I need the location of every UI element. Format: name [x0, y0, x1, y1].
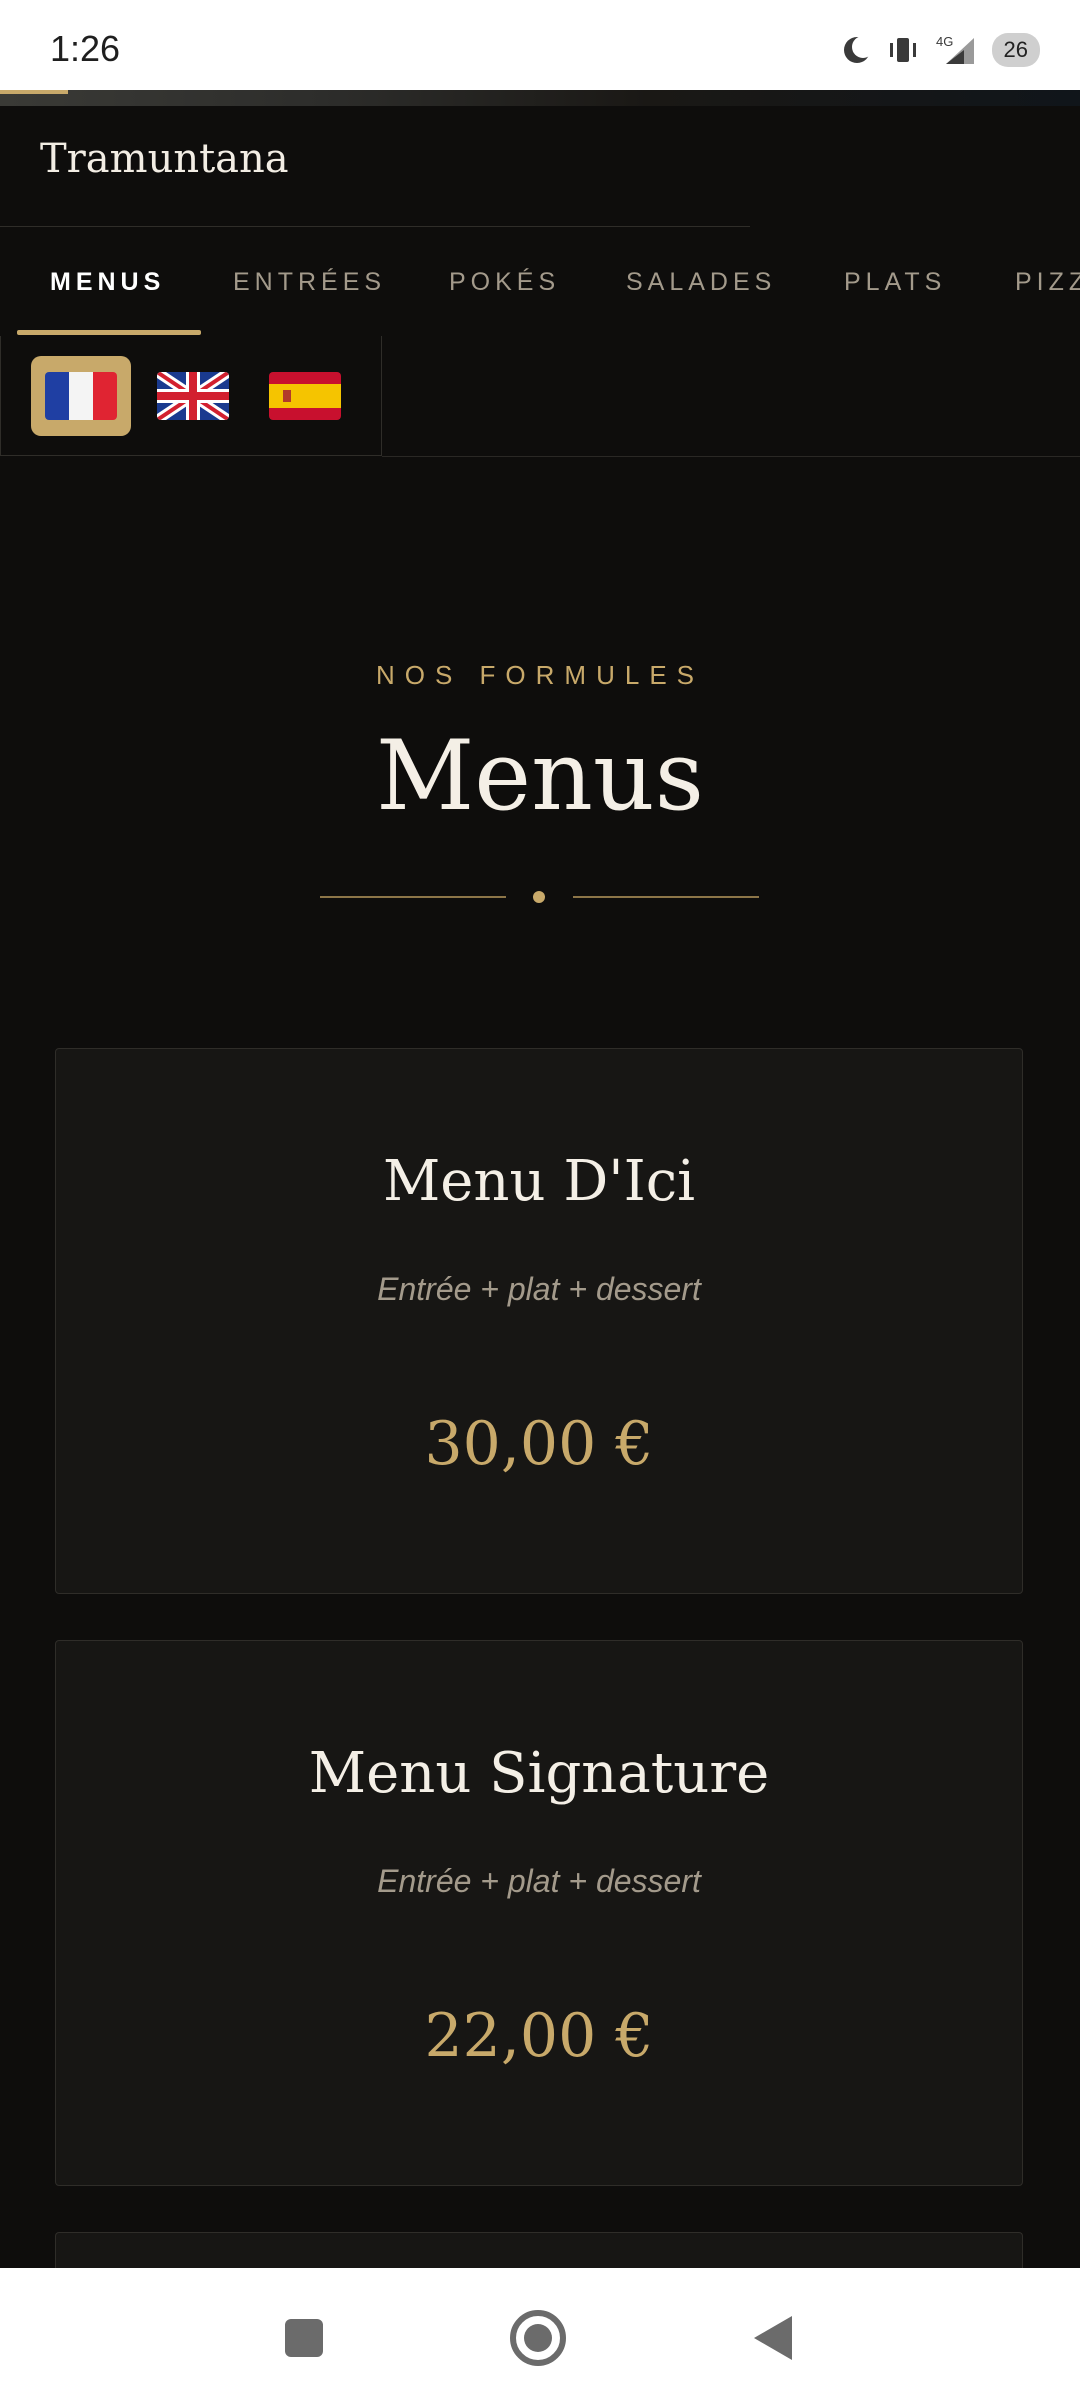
menu-card[interactable]: Menu D'Ici Entrée + plat + dessert 30,00… — [55, 1048, 1023, 1594]
language-button-es[interactable] — [255, 356, 355, 436]
tab-plats[interactable]: PLATS — [844, 268, 946, 297]
brand-bar: Tramuntana — [0, 106, 750, 227]
home-button[interactable] — [508, 2308, 568, 2368]
svg-text:4G: 4G — [936, 34, 953, 49]
dnd-moon-icon — [843, 36, 872, 63]
status-bar: 1:26 4G 26 — [0, 0, 1080, 90]
language-selector — [0, 336, 382, 456]
battery-indicator: 26 — [991, 33, 1040, 67]
menu-card[interactable]: Menu Signature Entrée + plat + dessert 2… — [55, 1640, 1023, 2186]
tab-pokes[interactable]: POKÉS — [449, 268, 560, 297]
vibrate-icon — [889, 38, 916, 62]
tab-entrees[interactable]: ENTRÉES — [233, 268, 386, 297]
hero-accent — [0, 90, 68, 94]
system-nav-bar — [0, 2268, 1080, 2400]
ornament-line-right — [573, 896, 759, 898]
home-circle-icon — [510, 2310, 566, 2366]
menu-card-partial[interactable] — [55, 2232, 1023, 2272]
brand-title[interactable]: Tramuntana — [40, 136, 289, 182]
section-title: Menus — [375, 720, 705, 832]
section-subtitle: NOS FORMULES — [375, 660, 705, 690]
recents-square-icon — [285, 2319, 323, 2357]
recents-button[interactable] — [274, 2308, 334, 2368]
status-time: 1:26 — [50, 28, 121, 69]
active-tab-indicator — [17, 330, 201, 335]
language-button-en[interactable] — [143, 356, 243, 436]
ornament-dot — [533, 891, 545, 903]
menu-description: Entrée + plat + dessert — [377, 1271, 701, 1307]
tab-pizzas[interactable]: PIZZ — [1015, 268, 1080, 297]
menu-price: 30,00 € — [424, 1409, 654, 1479]
signal-4g-icon: 4G — [936, 34, 974, 64]
flag-es-icon — [269, 372, 341, 420]
menu-price: 22,00 € — [424, 2001, 654, 2071]
tab-menus[interactable]: MENUS — [50, 268, 165, 297]
hero-image-strip — [0, 90, 1080, 106]
back-button[interactable] — [744, 2308, 804, 2368]
status-icons: 4G 26 — [842, 30, 1040, 70]
category-tabs: MENUS ENTRÉES POKÉS SALADES PLATS PIZZ — [0, 226, 1080, 336]
menu-name: Menu D'Ici — [382, 1149, 696, 1214]
tab-salades[interactable]: SALADES — [626, 268, 776, 297]
flag-uk-icon — [157, 372, 229, 420]
divider — [382, 456, 1080, 457]
menu-name: Menu Signature — [308, 1741, 770, 1806]
menu-description: Entrée + plat + dessert — [377, 1863, 701, 1899]
language-button-fr[interactable] — [31, 356, 131, 436]
back-triangle-icon — [754, 2316, 792, 2360]
ornament-line-left — [320, 896, 506, 898]
flag-fr-icon — [45, 372, 117, 420]
